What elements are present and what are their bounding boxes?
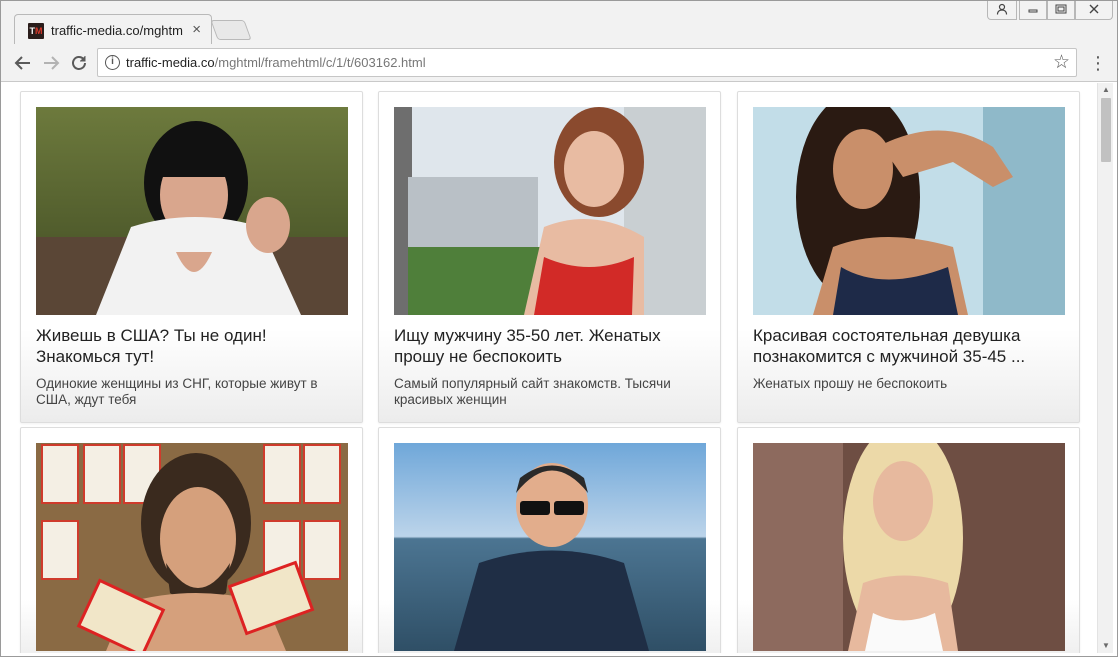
forward-arrow-icon[interactable] <box>38 50 64 76</box>
ad-card-1[interactable]: Живешь в США? Ты не один! Знакомься тут!… <box>20 91 363 423</box>
reload-icon[interactable] <box>66 50 92 76</box>
ad-title-1[interactable]: Живешь в США? Ты не один! Знакомься тут! <box>36 325 350 367</box>
ad-image-4[interactable] <box>36 443 348 651</box>
maximize-button[interactable] <box>1047 0 1075 20</box>
ad-card-3[interactable]: Красивая состоятельная девушка познакоми… <box>737 91 1080 423</box>
ad-image-6[interactable] <box>753 443 1065 651</box>
browser-tab[interactable]: TM traffic-media.co/mghtml/ × <box>14 14 212 44</box>
scroll-up-arrow-icon[interactable]: ▲ <box>1098 83 1114 97</box>
ad-card-2[interactable]: Ищу мужчину 35-50 лет. Женатых прошу не … <box>378 91 721 423</box>
bookmark-star-icon[interactable]: ☆ <box>1053 51 1070 74</box>
site-info-icon[interactable]: i <box>105 55 120 70</box>
vertical-scrollbar[interactable]: ▲ ▼ <box>1097 83 1113 653</box>
scroll-down-arrow-icon[interactable]: ▼ <box>1098 639 1114 653</box>
browser-menu-icon[interactable]: ⋮ <box>1089 51 1107 75</box>
browser-toolbar: i traffic-media.co/mghtml/framehtml/c/1/… <box>0 44 1118 82</box>
ad-description-2: Самый популярный сайт знакомств. Тысячи … <box>394 376 671 407</box>
minimize-button[interactable] <box>1019 0 1047 20</box>
tab-close-icon[interactable]: × <box>192 21 201 38</box>
ad-image-3[interactable] <box>753 107 1065 315</box>
ad-card-6[interactable] <box>737 427 1080 653</box>
ad-description-3: Женатых прошу не беспокоить <box>753 376 948 391</box>
new-tab-button[interactable] <box>210 20 252 40</box>
tab-title: traffic-media.co/mghtml/ <box>51 23 183 38</box>
site-favicon-icon: TM <box>28 23 44 39</box>
ad-card-5[interactable] <box>378 427 721 653</box>
ad-image-2[interactable] <box>394 107 706 315</box>
ad-description-1: Одинокие женщины из СНГ, которые живут в… <box>36 376 318 407</box>
browser-title-bar: TM traffic-media.co/mghtml/ × <box>0 0 1118 44</box>
ad-image-5[interactable] <box>394 443 706 651</box>
address-bar[interactable]: i traffic-media.co/mghtml/framehtml/c/1/… <box>97 48 1077 77</box>
back-arrow-icon[interactable] <box>10 50 36 76</box>
ad-title-3[interactable]: Красивая состоятельная девушка познакоми… <box>753 325 1067 367</box>
page-content: Живешь в США? Ты не один! Знакомься тут!… <box>4 83 1097 653</box>
scrollbar-thumb[interactable] <box>1101 98 1111 162</box>
ad-image-1[interactable] <box>36 107 348 315</box>
profile-icon[interactable] <box>987 0 1017 20</box>
ad-card-4[interactable] <box>20 427 363 653</box>
ad-title-2[interactable]: Ищу мужчину 35-50 лет. Женатых прошу не … <box>394 325 708 367</box>
close-window-button[interactable] <box>1075 0 1113 20</box>
url-text[interactable]: traffic-media.co/mghtml/framehtml/c/1/t/… <box>126 55 426 70</box>
